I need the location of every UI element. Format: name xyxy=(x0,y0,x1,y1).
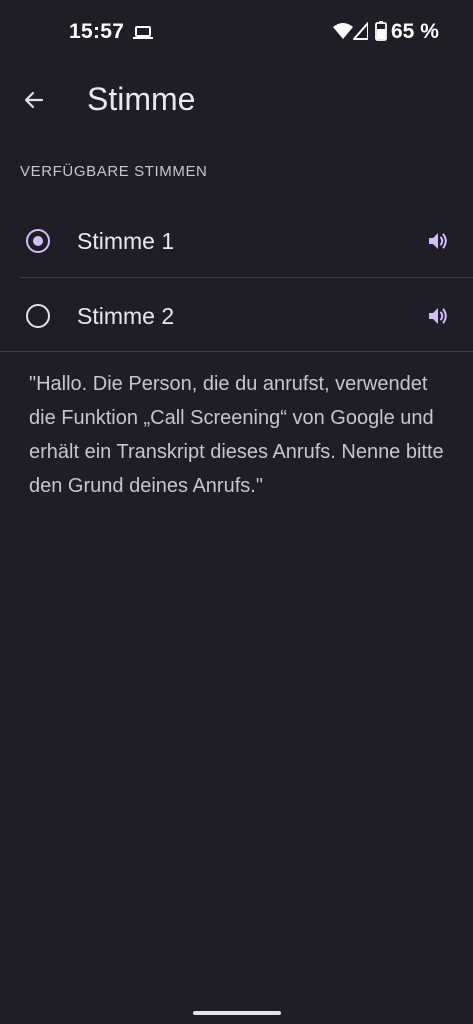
back-button[interactable] xyxy=(14,80,54,120)
signal-icon xyxy=(353,22,368,40)
arrow-back-icon xyxy=(24,91,44,109)
battery-icon xyxy=(375,21,387,41)
voice-option-label: Stimme 1 xyxy=(77,228,175,254)
laptop-icon xyxy=(133,26,153,39)
speaker-icon[interactable] xyxy=(426,229,450,253)
home-indicator[interactable] xyxy=(193,1011,281,1015)
divider xyxy=(0,351,473,352)
page-title: Stimme xyxy=(87,81,196,117)
speaker-icon[interactable] xyxy=(426,304,450,328)
divider xyxy=(20,277,473,278)
status-time: 15:57 xyxy=(69,20,125,43)
greeting-preview-text: "Hallo. Die Person, die du anrufst, verw… xyxy=(29,373,444,497)
radio-button-selected[interactable] xyxy=(26,229,50,253)
status-bar: 15:57 65 % xyxy=(0,0,473,64)
voice-option-label: Stimme 2 xyxy=(77,303,175,329)
radio-button-unselected[interactable] xyxy=(26,304,50,328)
section-header: VERFÜGBARE STIMMEN xyxy=(20,163,208,180)
battery-percentage: 65 % xyxy=(391,20,439,43)
wifi-icon xyxy=(333,23,353,39)
voice-option-2[interactable]: Stimme 2 xyxy=(0,279,473,353)
voice-option-1[interactable]: Stimme 1 xyxy=(0,204,473,278)
top-app-bar: Stimme xyxy=(0,64,473,140)
